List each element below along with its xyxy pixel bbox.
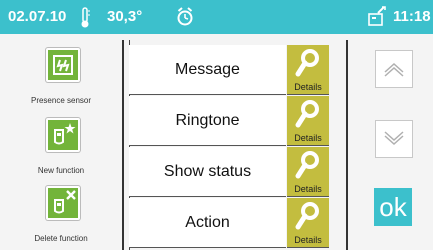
magnifier-icon — [295, 151, 319, 179]
details-button[interactable]: Details — [287, 45, 329, 95]
chevron-down-icon — [384, 131, 404, 146]
thermometer-icon — [79, 0, 91, 34]
phone-icon — [367, 0, 387, 34]
left-actions: Presence sensor New function Delete func… — [0, 34, 122, 250]
screen: 02.07.10 30,3° 11:18 Presence sensor New… — [0, 0, 433, 250]
presence-sensor-icon — [46, 48, 80, 82]
menu-item-ringtone[interactable]: Ringtone — [129, 96, 286, 146]
delete-function-icon — [46, 186, 80, 220]
details-button[interactable]: Details — [287, 147, 329, 197]
magnifier-icon — [295, 49, 319, 77]
menu-item-action[interactable]: Action — [129, 198, 286, 248]
scroll-up-button[interactable] — [375, 50, 413, 88]
ok-button[interactable]: ok — [374, 188, 412, 226]
details-label: Details — [294, 184, 322, 194]
details-button[interactable]: Details — [287, 96, 329, 146]
magnifier-icon — [295, 202, 319, 230]
new-function-button[interactable]: New function — [0, 112, 122, 178]
scroll-down-button[interactable] — [375, 120, 413, 158]
menu-row-action: Action Details — [129, 198, 343, 248]
new-function-label: New function — [37, 166, 85, 175]
details-label: Details — [294, 235, 322, 245]
chevron-up-icon — [384, 62, 404, 77]
menu-item-message[interactable]: Message — [129, 45, 286, 95]
magnifier-icon — [295, 100, 319, 128]
status-bar: 02.07.10 30,3° 11:18 — [0, 0, 433, 34]
details-label: Details — [294, 82, 322, 92]
details-button[interactable]: Details — [287, 198, 329, 248]
details-label: Details — [294, 133, 322, 143]
menu-row-message: Message Details — [129, 45, 343, 95]
status-date: 02.07.10 — [8, 8, 67, 25]
menu-row-ringtone: Ringtone Details — [129, 96, 343, 146]
new-function-icon — [46, 118, 80, 152]
status-time: 11:18 — [393, 8, 431, 25]
delete-function-label: Delete function — [34, 234, 88, 243]
menu-row-show-status: Show status Details — [129, 147, 343, 197]
menu-item-show-status[interactable]: Show status — [129, 147, 286, 197]
presence-sensor-label: Presence sensor — [30, 96, 92, 105]
delete-function-button[interactable]: Delete function — [0, 180, 122, 246]
alarm-clock-icon — [176, 0, 194, 34]
status-temperature: 30,3° — [107, 8, 143, 25]
presence-sensor-button[interactable]: Presence sensor — [0, 42, 122, 108]
